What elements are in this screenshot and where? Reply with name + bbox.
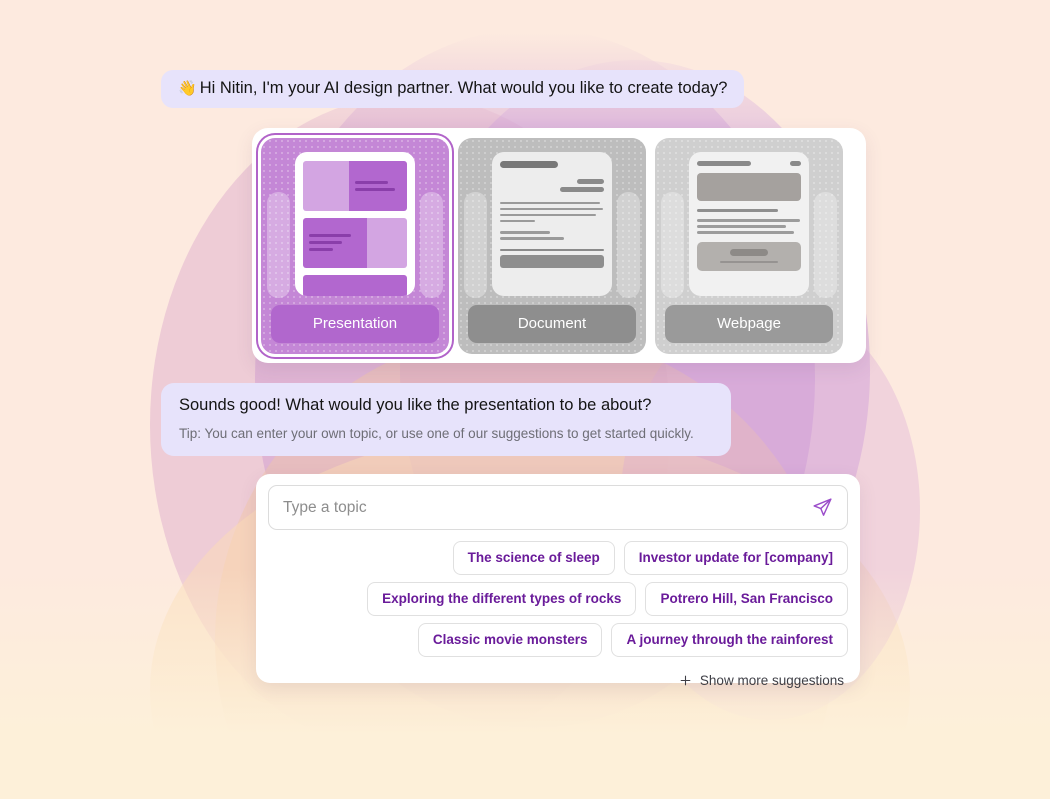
suggestion-chip[interactable]: The science of sleep xyxy=(452,541,615,575)
document-thumbnail xyxy=(492,151,612,296)
waving-hand-icon: 👋 xyxy=(178,80,197,97)
thumbnail-divider xyxy=(500,248,604,251)
followup-question: Sounds good! What would you like the pre… xyxy=(179,396,652,414)
thumbnail-navbar xyxy=(697,160,801,166)
thumbnail-cta-panel xyxy=(697,241,801,272)
topic-input-row[interactable] xyxy=(268,485,848,530)
assistant-greeting-bubble: 👋 Hi Nitin, I'm your AI design partner. W… xyxy=(161,70,745,108)
type-card-label-presentation: Presentation xyxy=(271,304,439,343)
suggestion-chip[interactable]: Classic movie monsters xyxy=(417,623,603,657)
presentation-thumbnail xyxy=(295,151,415,296)
thumbnail-meta-pills xyxy=(500,178,604,192)
suggestion-chip[interactable]: Investor update for [company] xyxy=(623,541,848,575)
suggestion-chip[interactable]: A journey through the rainforest xyxy=(611,623,848,657)
type-card-webpage[interactable]: Webpage xyxy=(655,137,843,354)
thumbnail-block xyxy=(303,160,349,211)
thumbnail-paragraph xyxy=(500,201,604,222)
thumbnail-footer-block xyxy=(500,254,604,268)
type-card-document[interactable]: Document xyxy=(458,137,646,354)
card-side-panel-left xyxy=(464,191,487,298)
suggestion-chip[interactable]: Exploring the different types of rocks xyxy=(367,582,637,616)
thumbnail-text-block xyxy=(348,160,407,211)
card-side-panel-left xyxy=(661,191,684,298)
card-side-panel-right xyxy=(814,191,837,298)
suggestion-row: The science of sleep Investor update for… xyxy=(452,541,848,575)
thumbnail-paragraph xyxy=(697,219,801,234)
thumbnail-slide-row xyxy=(303,217,407,268)
card-side-panel-left xyxy=(267,191,290,298)
content-type-selector: Presentation Document Webpage xyxy=(252,128,866,363)
ai-design-partner-screen: 👋 Hi Nitin, I'm your AI design partner. W… xyxy=(0,0,1050,799)
suggestion-row: Exploring the different types of rocks P… xyxy=(367,582,848,616)
suggestion-row: Classic movie monsters A journey through… xyxy=(417,623,848,657)
thumbnail-hero-image xyxy=(697,172,801,201)
send-paper-plane-icon[interactable] xyxy=(812,497,833,518)
card-side-panel-right xyxy=(420,191,443,298)
thumbnail-title-bar xyxy=(500,160,559,168)
type-card-label-webpage: Webpage xyxy=(665,304,833,343)
webpage-thumbnail xyxy=(689,151,809,296)
followup-tip: Tip: You can enter your own topic, or us… xyxy=(179,426,694,441)
card-side-panel-right xyxy=(617,191,640,298)
show-more-label: Show more suggestions xyxy=(699,673,844,688)
thumbnail-slide-row xyxy=(303,160,407,211)
thumbnail-heading xyxy=(697,208,779,212)
thumbnail-bottom-bar xyxy=(303,274,407,296)
suggestion-chip-list: The science of sleep Investor update for… xyxy=(268,541,848,688)
plus-icon xyxy=(680,675,691,686)
suggestion-chip[interactable]: Potrero Hill, San Francisco xyxy=(645,582,848,616)
show-more-suggestions-button[interactable]: Show more suggestions xyxy=(679,673,848,688)
type-card-presentation[interactable]: Presentation xyxy=(261,137,449,354)
thumbnail-block xyxy=(367,217,407,268)
greeting-text: Hi Nitin, I'm your AI design partner. Wh… xyxy=(199,79,728,97)
assistant-followup-bubble: Sounds good! What would you like the pre… xyxy=(161,383,731,456)
type-card-label-document: Document xyxy=(468,304,636,343)
topic-composer-panel: The science of sleep Investor update for… xyxy=(256,474,860,688)
thumbnail-paragraph xyxy=(500,231,604,240)
thumbnail-text-block xyxy=(303,217,368,268)
topic-input[interactable] xyxy=(283,498,812,517)
